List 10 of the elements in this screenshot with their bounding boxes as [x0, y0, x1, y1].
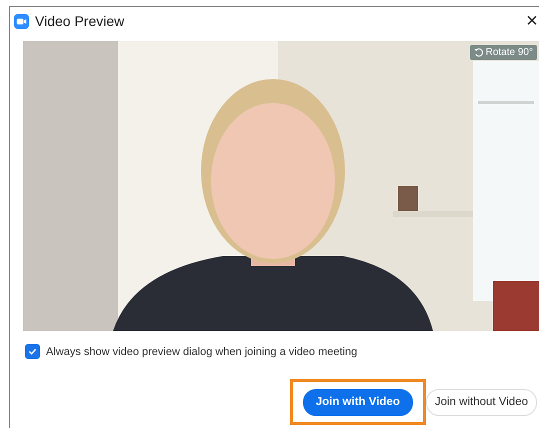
check-icon [28, 347, 37, 356]
join-without-video-button[interactable]: Join without Video [426, 388, 537, 416]
rotate-icon [474, 48, 483, 57]
join-with-video-button[interactable]: Join with Video [302, 388, 413, 416]
rotate-button[interactable]: Rotate 90° [470, 45, 537, 60]
checkbox[interactable] [25, 344, 40, 359]
window-title: Video Preview [35, 13, 126, 29]
app-logo-icon [14, 14, 29, 28]
close-button[interactable]: × [525, 11, 539, 31]
checkbox-label: Always show video preview dialog when joining a video meeting [46, 346, 358, 358]
